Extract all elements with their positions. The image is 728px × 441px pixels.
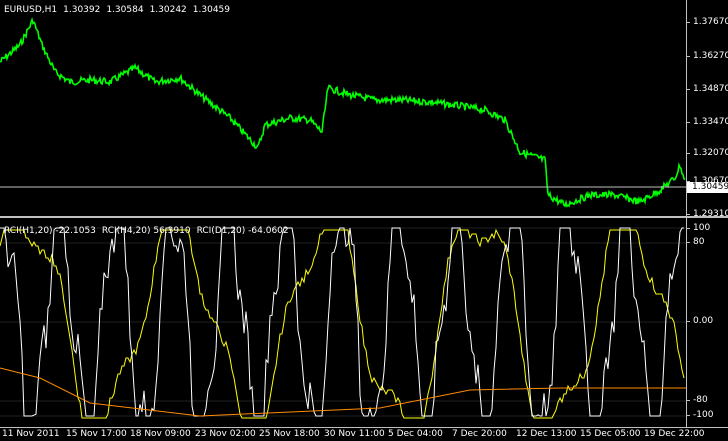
axis-border [686, 0, 687, 427]
open-value: 1.30392 [63, 5, 101, 15]
indicator-axis[interactable]: 100 80 0.00 -80 -100 [685, 218, 728, 427]
price-chart-pane[interactable] [0, 0, 686, 217]
ohlc-header: EURUSD,H1 1.30392 1.30584 1.30242 1.30459 [4, 5, 236, 15]
time-label: 15 Nov 17:00 [66, 429, 127, 439]
price-line [0, 16, 686, 208]
price-tick: 1.33470 [685, 117, 728, 127]
indicator-tick: -80 [686, 395, 708, 405]
high-value: 1.30584 [106, 5, 144, 15]
rci-d1-label: RCI(D1,20) -64.0602 [196, 226, 289, 236]
time-label: 30 Nov 11:00 [324, 429, 385, 439]
rci-h1-label: RCI(H1,20) -22.1053 [4, 226, 96, 236]
low-value: 1.30242 [149, 5, 187, 15]
rci-h4-label: RCI(H4,20) 56.3910 [101, 226, 191, 236]
indicator-label: RCI(H1,20) -22.1053 RCI(H4,20) 56.3910 RCI… [4, 226, 295, 236]
indicator-tick: -100 [685, 410, 713, 420]
rci-d1-line [0, 367, 686, 417]
time-label: 25 Nov 18:00 [259, 429, 320, 439]
time-label: 7 Dec 20:00 [452, 429, 507, 439]
indicator-tick: 100 [685, 223, 710, 233]
time-label: 5 Dec 04:00 [388, 429, 443, 439]
price-tick: 1.32070 [685, 148, 728, 158]
indicator-tick: 0.00 [685, 316, 713, 326]
price-tick: 1.34870 [685, 84, 728, 94]
time-label: 15 Dec 05:00 [580, 429, 641, 439]
time-label: 19 Dec 22:00 [644, 429, 705, 439]
price-tick: 1.36270 [685, 51, 728, 61]
time-axis-border [0, 427, 728, 428]
price-line-chart [0, 16, 686, 208]
rci-indicator-pane[interactable] [0, 218, 686, 427]
rci-h4-line [0, 228, 685, 419]
indicator-tick: 80 [685, 237, 704, 247]
time-label: 12 Dec 13:00 [516, 429, 577, 439]
time-label: 18 Nov 09:00 [130, 429, 191, 439]
time-label: 11 Nov 2011 [2, 429, 60, 439]
close-value: 1.30459 [192, 5, 230, 15]
price-tick: 1.37670 [685, 17, 728, 27]
time-axis[interactable]: 11 Nov 2011 15 Nov 17:00 18 Nov 09:00 23… [0, 429, 728, 441]
symbol-label: EURUSD,H1 [4, 5, 58, 15]
bid-price-box: 1.30459 [687, 182, 728, 193]
rci-indicator-chart [0, 227, 686, 419]
time-label: 23 Nov 02:00 [195, 429, 256, 439]
